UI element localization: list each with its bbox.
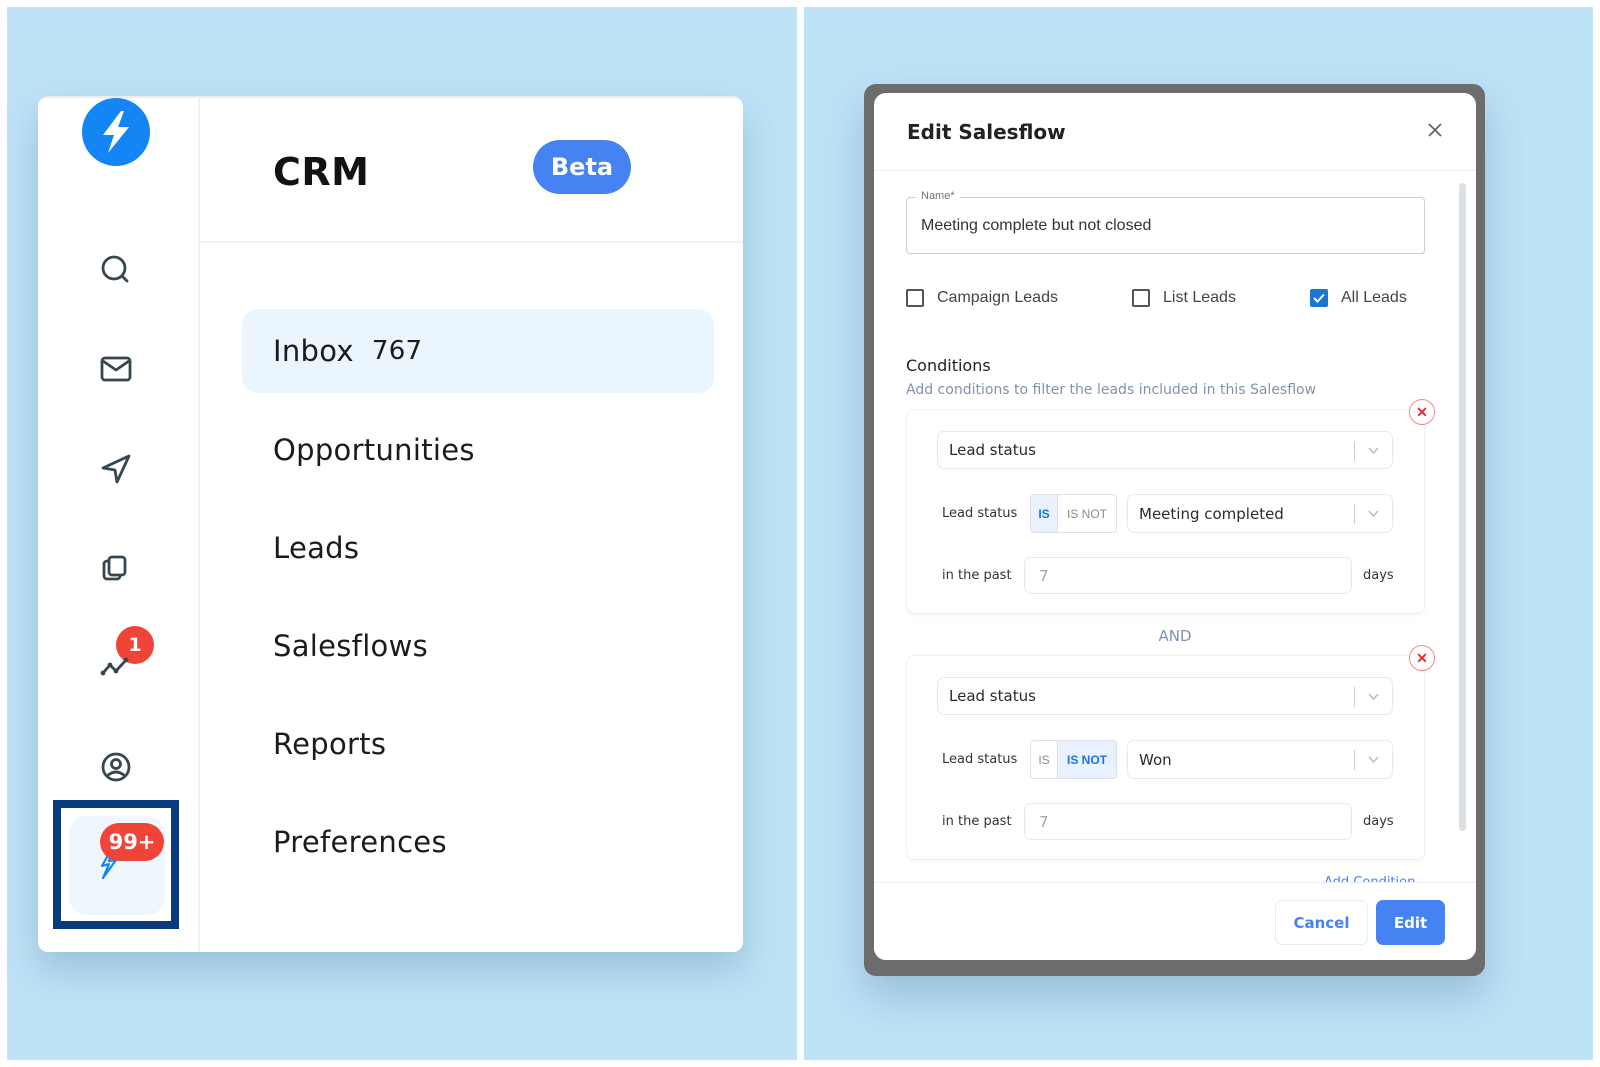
app-title: CRM [273,150,370,194]
nav-item-label: Preferences [273,825,447,859]
search-icon[interactable] [90,244,142,296]
user-circle-icon[interactable] [90,741,142,793]
modal-title: Edit Salesflow [907,120,1066,144]
checkbox-label: List Leads [1163,289,1236,306]
mail-icon[interactable] [90,343,142,395]
modal-header: Edit Salesflow [874,93,1476,171]
operator-row-label: Lead status [942,506,1018,521]
conditions-title: Conditions [906,356,991,375]
nav-item-leads[interactable]: Leads [242,506,714,590]
checkbox-label: Campaign Leads [937,289,1058,306]
condition-field-select[interactable]: Lead status [937,431,1393,469]
operator-is-not-option[interactable]: IS NOT [1058,741,1116,778]
edit-salesflow-modal: Edit Salesflow Name* Campaign Leads List… [874,93,1476,960]
select-value: Won [1139,750,1172,769]
crm-sidebar-card: 1 99+ CRM Beta Inbox 767 Opportunities L… [38,96,743,952]
close-icon[interactable] [1424,119,1446,141]
campaign-leads-checkbox[interactable]: Campaign Leads [906,289,1058,307]
operator-is-option[interactable]: IS [1031,741,1058,778]
condition-card: Lead status Lead status IS IS NOT Won in… [906,655,1425,860]
select-value: Lead status [949,441,1036,459]
days-input[interactable] [1024,557,1352,594]
nav-item-label: Salesflows [273,629,429,663]
chevron-down-icon [1368,693,1379,701]
nav-item-label: Opportunities [273,433,475,467]
condition-value-select[interactable]: Meeting completed [1127,494,1393,533]
beta-badge: Beta [533,140,631,194]
crm-header: CRM Beta [200,98,743,243]
select-value: Lead status [949,687,1036,705]
activity-icon[interactable] [90,641,142,693]
left-panel: 1 99+ CRM Beta Inbox 767 Opportunities L… [7,7,797,1060]
checkbox-unchecked-icon [906,289,924,307]
modal-scrollbar[interactable] [1459,183,1466,831]
chevron-down-icon [1368,756,1379,764]
operator-toggle: IS IS NOT [1030,740,1117,779]
name-field[interactable]: Name* [906,190,1425,254]
checkbox-unchecked-icon [1132,289,1150,307]
select-divider [1354,750,1355,770]
icon-rail: 1 99+ [38,98,200,952]
nav-item-preferences[interactable]: Preferences [242,800,714,884]
nav-item-salesflows[interactable]: Salesflows [242,604,714,688]
operator-is-not-option[interactable]: IS NOT [1058,495,1116,532]
operator-is-option[interactable]: IS [1031,495,1058,532]
all-leads-checkbox[interactable]: All Leads [1310,289,1407,307]
operator-toggle: IS IS NOT [1030,494,1117,533]
nav-item-opportunities[interactable]: Opportunities [242,408,714,492]
condition-card: Lead status Lead status IS IS NOT Meetin… [906,409,1425,614]
select-value: Meeting completed [1139,504,1284,523]
remove-condition-button[interactable]: ✕ [1409,645,1435,671]
lightning-bolt-logo[interactable] [82,98,150,166]
chevron-down-icon [1368,510,1379,518]
name-input[interactable] [921,217,1401,235]
modal-overlay-frame: Edit Salesflow Name* Campaign Leads List… [864,84,1485,976]
nav-item-label: Leads [273,531,360,565]
operator-row-label: Lead status [942,752,1018,767]
nav-item-label: Reports [273,727,387,761]
condition-value-select[interactable]: Won [1127,740,1393,779]
checkbox-label: All Leads [1341,289,1407,306]
days-input[interactable] [1024,803,1352,840]
chevron-down-icon [1368,447,1379,455]
conditions-subtitle: Add conditions to filter the leads inclu… [906,382,1317,398]
copy-icon[interactable] [90,542,142,594]
remove-condition-button[interactable]: ✕ [1409,399,1435,425]
modal-footer: Cancel Edit [874,882,1476,960]
send-icon[interactable] [90,443,142,495]
nav-item-reports[interactable]: Reports [242,702,714,786]
select-divider [1354,687,1355,707]
close-icon: ✕ [1416,403,1428,420]
days-unit-label: days [1363,814,1394,829]
cancel-button[interactable]: Cancel [1275,900,1368,945]
crm-notification-badge: 99+ [100,823,164,861]
condition-field-select[interactable]: Lead status [937,677,1393,715]
lead-source-options: Campaign Leads List Leads All Leads [906,289,1446,313]
nav-item-inbox[interactable]: Inbox 767 [242,309,714,393]
checkbox-checked-icon [1310,289,1328,307]
close-icon: ✕ [1416,649,1428,666]
past-label: in the past [942,814,1012,829]
list-leads-checkbox[interactable]: List Leads [1132,289,1236,307]
days-unit-label: days [1363,568,1394,583]
inbox-count: 767 [371,336,423,366]
past-label: in the past [942,568,1012,583]
right-panel: Edit Salesflow Name* Campaign Leads List… [804,7,1593,1060]
select-divider [1354,504,1355,524]
condition-joiner: AND [1158,627,1192,645]
name-field-label: Name* [916,190,960,202]
select-divider [1354,441,1355,461]
edit-button[interactable]: Edit [1376,900,1445,945]
nav-item-label: Inbox [273,334,354,368]
